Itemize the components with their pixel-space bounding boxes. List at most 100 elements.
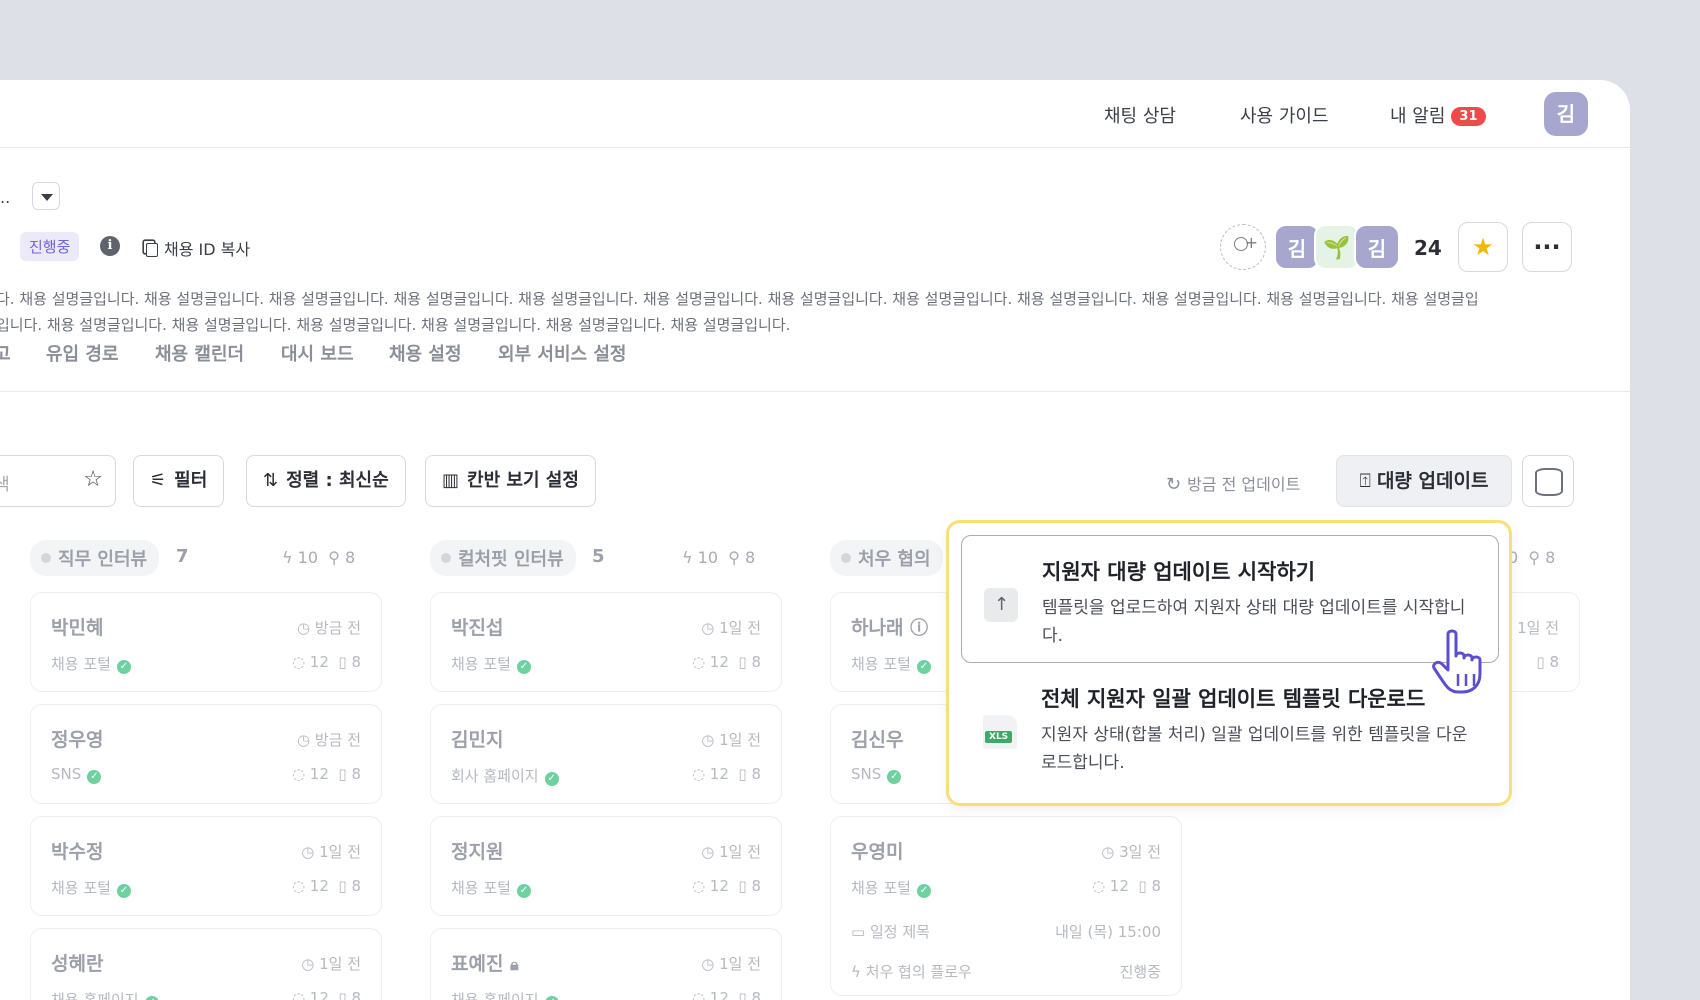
member-avatar[interactable]: 김 bbox=[1354, 224, 1400, 270]
candidate-card[interactable]: 박진섭 ◷ 1일 전 채용 포털 ✓ ◌ 12 ▯ 8 bbox=[430, 592, 782, 692]
option-description: 지원자 상태(합불 처리) 일괄 업데이트를 위한 템플릿을 다운로드합니다. bbox=[1041, 725, 1468, 773]
filter-button[interactable]: ⚟ 필터 bbox=[133, 455, 225, 507]
flow-icon: ϟ bbox=[282, 548, 293, 567]
candidate-time: ◷ 방금 전 bbox=[296, 619, 361, 637]
candidate-source: SNS ✓ bbox=[851, 765, 902, 784]
member-count: 24 bbox=[1414, 236, 1442, 260]
upload-icon bbox=[984, 588, 1018, 622]
candidate-name: 김민지 bbox=[451, 729, 504, 751]
app-window: 채팅 상담 사용 가이드 내 알림 31 김 .. 진행중 i 채용 ID 복사 … bbox=[0, 80, 1630, 1000]
tab-dashboard[interactable]: 대시 보드 bbox=[281, 340, 354, 366]
flow-status: 진행중 bbox=[1119, 963, 1161, 981]
download-template-option[interactable]: XLS 전체 지원자 일괄 업데이트 템플릿 다운로드 지원자 상태(합불 처리… bbox=[961, 663, 1499, 791]
user-avatar[interactable]: 김 bbox=[1544, 92, 1588, 136]
status-badge: 진행중 bbox=[20, 232, 80, 261]
kanban-settings-button[interactable]: ▥ 칸반 보기 설정 bbox=[425, 455, 596, 507]
event-title: 일정 제목 bbox=[869, 923, 930, 941]
candidate-name: 성혜란 bbox=[51, 953, 104, 975]
flow-count: 10 bbox=[697, 548, 719, 567]
candidate-name: 박수정 bbox=[51, 841, 104, 863]
user-guide-link[interactable]: 사용 가이드 bbox=[1240, 102, 1329, 128]
title-dropdown-button[interactable] bbox=[32, 182, 60, 210]
candidate-time: ◷ 1일 전 bbox=[701, 731, 761, 749]
bulk-update-button[interactable]: ⍐ 대량 업데이트 bbox=[1336, 455, 1512, 507]
refresh-status[interactable]: ↻ 방금 전 업데이트 bbox=[1166, 471, 1300, 495]
candidate-card[interactable]: 김민지 ◷ 1일 전 회사 홈페이지 ✓ ◌ 12 ▯ 8 bbox=[430, 704, 782, 804]
flow-row[interactable]: ϟ 처우 협의 플로우 진행중 bbox=[851, 961, 1161, 982]
alert-icon: ⓘ bbox=[910, 618, 929, 639]
verified-icon: ✓ bbox=[516, 884, 531, 898]
candidate-stats: ◌ 12 ▯ 8 bbox=[291, 877, 361, 895]
start-bulk-update-option[interactable]: 지원자 대량 업데이트 시작하기 템플릿을 업로드하여 지원자 상태 대량 업데… bbox=[961, 535, 1499, 663]
candidate-source: 채용 포털 ✓ bbox=[51, 653, 131, 674]
flow-icon: ϟ bbox=[851, 963, 861, 981]
assignee-count: 8 bbox=[345, 548, 356, 567]
candidate-source: 채용 포털 ✓ bbox=[451, 877, 531, 898]
flow-name: 처우 협의 플로우 bbox=[865, 963, 972, 981]
job-description-line: 입니다. 채용 설명글입니다. 채용 설명글입니다. 채용 설명글입니다. 채용… bbox=[0, 316, 791, 334]
candidate-stats: ◌ 12 ▯ 8 bbox=[691, 653, 761, 671]
more-options-icon[interactable]: ··· bbox=[1522, 222, 1572, 272]
favorite-star-icon[interactable]: ★ bbox=[1458, 222, 1508, 272]
lock-icon: 🔒︎ bbox=[510, 955, 519, 974]
candidate-time: ◷ 1일 전 bbox=[701, 619, 761, 637]
candidate-source: 채용 홈페이지✓ bbox=[451, 989, 559, 1000]
tab-external-services[interactable]: 외부 서비스 설정 bbox=[498, 340, 626, 366]
kanban-label: 칸반 보기 설정 bbox=[467, 470, 579, 491]
star-outline-icon[interactable]: ☆ bbox=[83, 467, 103, 492]
event-row[interactable]: ▭ 일정 제목 내일 (목) 15:00 bbox=[851, 921, 1161, 942]
candidate-card[interactable]: 정우영 ◷ 방금 전 SNS ✓ ◌ 12 ▯ 8 bbox=[30, 704, 382, 804]
candidate-name: 김신우 bbox=[851, 729, 904, 751]
notifications-count-badge: 31 bbox=[1451, 107, 1486, 126]
candidate-name: 하나래 ⓘ bbox=[851, 617, 929, 639]
candidate-stats: ◌ 12 ▯ 8 bbox=[691, 877, 761, 895]
hand-pointer-icon bbox=[1432, 629, 1482, 694]
candidate-card[interactable]: 우영미 ◷ 3일 전 채용 포털 ✓ ◌ 12 ▯ 8 ▭ 일정 제목 내일 (목)… bbox=[830, 816, 1182, 996]
candidate-card[interactable]: 표예진 🔒︎ ◷ 1일 전 채용 홈페이지✓ ◌ 12 ▯ 8 bbox=[430, 928, 782, 1000]
candidate-card[interactable]: 박민혜 ◷ 방금 전 채용 포털 ✓ ◌ 12 ▯ 8 bbox=[30, 592, 382, 692]
candidate-stats: ◌ 12 ▯ 8 bbox=[1091, 877, 1161, 895]
chat-support-link[interactable]: 채팅 상담 bbox=[1104, 102, 1176, 128]
column-count: 7 bbox=[176, 546, 189, 567]
event-time: 내일 (목) 15:00 bbox=[1055, 923, 1161, 941]
option-title: 전체 지원자 일괄 업데이트 템플릿 다운로드 bbox=[1041, 687, 1426, 711]
job-description-line: 다. 채용 설명글입니다. 채용 설명글입니다. 채용 설명글입니다. 채용 설… bbox=[0, 290, 1479, 308]
tab-calendar[interactable]: 채용 캘린더 bbox=[155, 340, 244, 366]
column-stats: ϟ 10 ⚲ 8 bbox=[282, 548, 355, 567]
assignee-icon: ⚲ bbox=[1528, 548, 1541, 567]
xls-label: XLS bbox=[985, 731, 1013, 743]
xls-file-icon: XLS bbox=[983, 715, 1017, 749]
candidate-time: ◷ 3일 전 bbox=[1101, 843, 1161, 861]
candidate-time: ◷ 1일 전 bbox=[301, 843, 361, 861]
candidate-card[interactable]: 성혜란 ◷ 1일 전 채용 홈페이지✓ ◌ 12 ▯ 8 bbox=[30, 928, 382, 1000]
upload-box-icon: ⍐ bbox=[1359, 470, 1371, 492]
copy-id-button[interactable]: 채용 ID 복사 bbox=[146, 236, 250, 260]
candidate-card[interactable]: 박수정 ◷ 1일 전 채용 포털 ✓ ◌ 12 ▯ 8 bbox=[30, 816, 382, 916]
sort-button[interactable]: ⇅ 정렬 : 최신순 bbox=[246, 455, 406, 507]
tab-settings[interactable]: 채용 설정 bbox=[389, 340, 462, 366]
job-description: 다. 채용 설명글입니다. 채용 설명글입니다. 채용 설명글입니다. 채용 설… bbox=[0, 286, 1576, 338]
verified-icon: ✓ bbox=[544, 996, 559, 1000]
sort-label: 정렬 : 최신순 bbox=[286, 470, 389, 491]
search-placeholder: 색 bbox=[0, 475, 10, 495]
candidate-stats: ◌ 12 ▯ 8 bbox=[691, 765, 761, 783]
assignee-count: 8 bbox=[1545, 548, 1556, 567]
candidate-stats: ◌ 12 ▯ 8 bbox=[291, 989, 361, 1000]
flow-count: 10 bbox=[297, 548, 319, 567]
candidate-stats: ◌ 12 ▯ 8 bbox=[691, 989, 761, 1000]
candidate-source: 채용 포털 ✓ bbox=[851, 653, 931, 674]
notifications-link[interactable]: 내 알림 31 bbox=[1390, 102, 1486, 128]
candidate-time: ◷ 1일 전 bbox=[701, 955, 761, 973]
add-member-icon[interactable] bbox=[1220, 224, 1266, 270]
database-download-icon[interactable] bbox=[1522, 455, 1574, 507]
candidate-source: 채용 포털 ✓ bbox=[451, 653, 531, 674]
tab-source[interactable]: 유입 경로 bbox=[46, 340, 119, 366]
assignee-count: 8 bbox=[745, 548, 756, 567]
info-icon[interactable]: i bbox=[100, 236, 120, 256]
refresh-status-label: 방금 전 업데이트 bbox=[1187, 475, 1301, 494]
assignee-icon: ⚲ bbox=[728, 548, 740, 567]
search-input[interactable]: 색 ☆ bbox=[0, 455, 116, 507]
candidate-name: 박민혜 bbox=[51, 617, 104, 639]
tab-partial[interactable]: 고 bbox=[0, 340, 11, 366]
candidate-card[interactable]: 정지원 ◷ 1일 전 채용 포털 ✓ ◌ 12 ▯ 8 bbox=[430, 816, 782, 916]
